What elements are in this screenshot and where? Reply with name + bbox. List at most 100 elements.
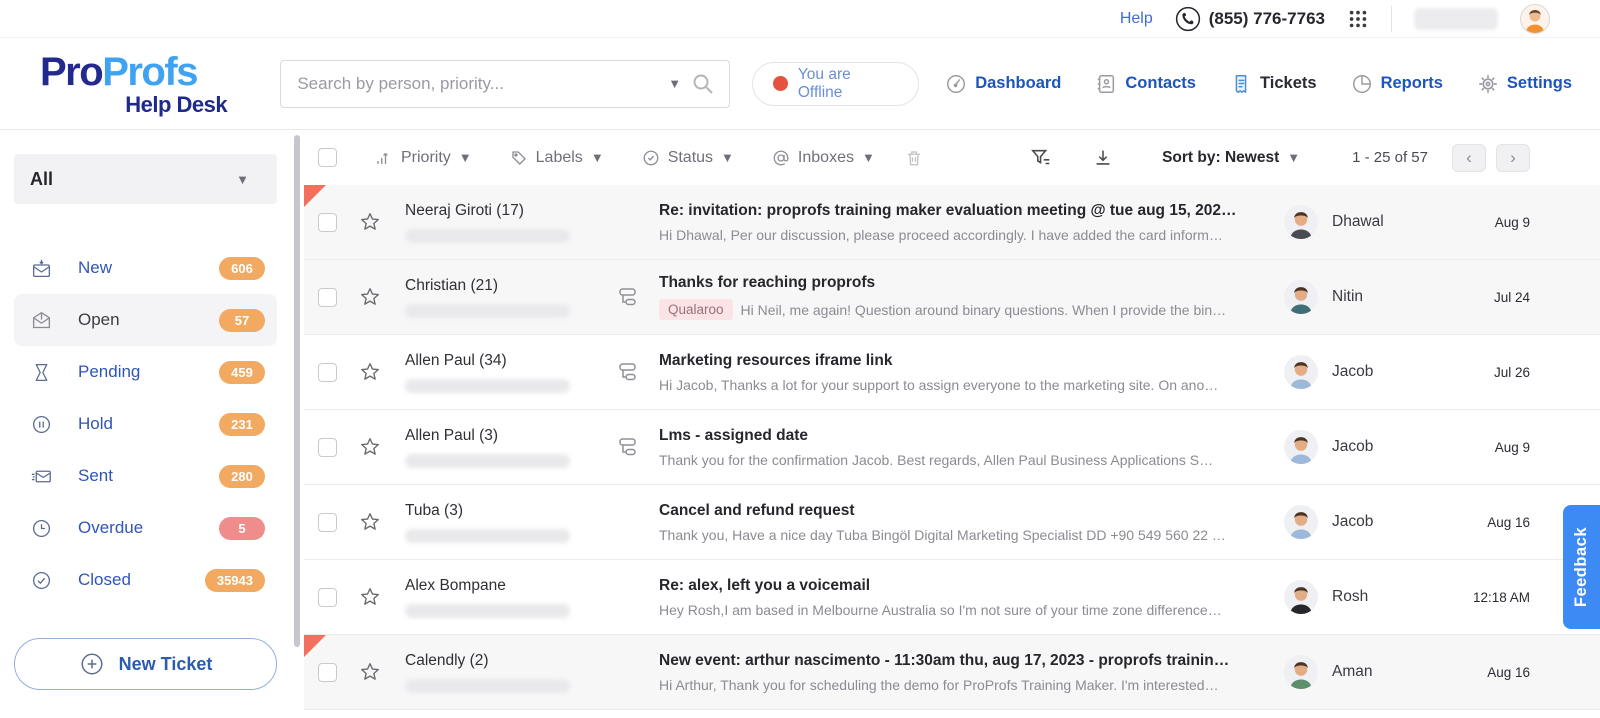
delete-icon[interactable] xyxy=(905,148,923,168)
star-icon[interactable] xyxy=(359,436,381,458)
ticket-subject: Re: invitation: proprofs training maker … xyxy=(659,202,1266,220)
pagination-range: 1 - 25 of 57 xyxy=(1352,149,1428,166)
ticket-list-panel: Priority ▼ Labels ▼ Status ▼ xyxy=(304,130,1600,718)
assignee-avatar xyxy=(1284,655,1318,689)
inbox-filter-select[interactable]: All ▼ xyxy=(14,154,277,204)
search-input[interactable] xyxy=(297,74,658,94)
ticket-row[interactable]: Calendly (2) New event: arthur nasciment… xyxy=(304,635,1600,710)
priority-icon xyxy=(375,149,393,167)
open-envelope-icon xyxy=(30,310,52,331)
select-all-checkbox[interactable] xyxy=(318,148,337,167)
ticket-preview: Thank you for the confirmation Jacob. Be… xyxy=(659,452,1266,468)
star-icon[interactable] xyxy=(359,211,381,233)
star-icon[interactable] xyxy=(359,286,381,308)
ticket-row[interactable]: Allen Paul (34) Marketing resources ifra… xyxy=(304,335,1600,410)
utility-bar: Help (855) 776-7763 xyxy=(0,0,1600,38)
download-icon[interactable] xyxy=(1092,147,1114,169)
ticket-preview: Hi Neil, me again! Question around binar… xyxy=(741,302,1266,318)
sidebar-item-hold[interactable]: Hold 231 xyxy=(14,398,277,450)
dashboard-icon xyxy=(945,73,967,95)
sender-email-redacted xyxy=(405,379,570,393)
reports-icon xyxy=(1351,73,1373,95)
chevron-down-icon: ▼ xyxy=(236,172,249,187)
sidebar-item-new[interactable]: New 606 xyxy=(14,242,277,294)
sidebar-item-sent[interactable]: Sent 280 xyxy=(14,450,277,502)
sender-block: Alex Bompane xyxy=(405,577,617,618)
chevron-down-icon: ▼ xyxy=(721,150,734,165)
ticket-rows: Neeraj Giroti (17) Re: invitation: propr… xyxy=(304,185,1600,718)
count-badge: 57 xyxy=(219,309,265,332)
row-checkbox[interactable] xyxy=(318,438,337,457)
scrollbar-thumb[interactable] xyxy=(294,135,300,647)
ticket-row[interactable]: Neeraj Giroti (17) Re: invitation: propr… xyxy=(304,185,1600,260)
nav-reports[interactable]: Reports xyxy=(1351,73,1443,95)
preview-line: Hey Rosh,I am based in Melbourne Austral… xyxy=(659,602,1266,618)
pager: ‹ › xyxy=(1452,144,1530,172)
star-icon[interactable] xyxy=(359,661,381,683)
sidebar-item-open[interactable]: Open 57 xyxy=(14,294,277,346)
new-ticket-button[interactable]: New Ticket xyxy=(14,638,277,690)
inboxes-filter[interactable]: Inboxes ▼ xyxy=(772,149,875,167)
label-badge: Qualaroo xyxy=(659,299,733,320)
nav-dashboard[interactable]: Dashboard xyxy=(945,73,1061,95)
sidebar-item-closed[interactable]: Closed 35943 xyxy=(14,554,277,606)
next-page-button[interactable]: › xyxy=(1496,144,1530,172)
chevron-down-icon: ▼ xyxy=(1287,150,1300,165)
row-checkbox[interactable] xyxy=(318,213,337,232)
row-checkbox[interactable] xyxy=(318,588,337,607)
ticket-row[interactable]: Allen Paul (3) Lms - assigned date Thank… xyxy=(304,410,1600,485)
ticket-date: Jul 24 xyxy=(1450,290,1530,305)
user-avatar[interactable] xyxy=(1520,4,1550,34)
primary-nav: Dashboard Contacts Tickets Reports Setti… xyxy=(945,73,1572,95)
nav-settings[interactable]: Settings xyxy=(1477,73,1572,95)
search-category-caret[interactable]: ▼ xyxy=(668,76,681,91)
ticket-row[interactable]: Alex Bompane Re: alex, left you a voicem… xyxy=(304,560,1600,635)
help-link[interactable]: Help xyxy=(1120,10,1153,28)
ticket-row[interactable]: Christian (21) Thanks for reaching propr… xyxy=(304,260,1600,335)
assignee-avatar xyxy=(1284,280,1318,314)
star-icon[interactable] xyxy=(359,586,381,608)
row-checkbox[interactable] xyxy=(318,513,337,532)
nav-contacts[interactable]: Contacts xyxy=(1095,73,1196,95)
search-icon[interactable] xyxy=(691,72,715,96)
sender-email-redacted xyxy=(405,604,570,618)
subject-block: Marketing resources iframe link Hi Jacob… xyxy=(659,352,1284,393)
preview-line: Qualaroo Hi Neil, me again! Question aro… xyxy=(659,299,1266,320)
preview-line: Thank you, Have a nice day Tuba Bingöl D… xyxy=(659,527,1266,543)
plus-circle-icon xyxy=(79,651,105,677)
ticket-row[interactable]: Tuba (3) Cancel and refund request Thank… xyxy=(304,485,1600,560)
star-icon[interactable] xyxy=(359,511,381,533)
assignee-avatar xyxy=(1284,355,1318,389)
ticket-subject: Re: alex, left you a voicemail xyxy=(659,577,1266,595)
count-badge: 606 xyxy=(219,257,265,280)
apps-grid-icon[interactable] xyxy=(1347,8,1369,30)
note-thread-icon xyxy=(617,435,641,459)
sender-email-redacted xyxy=(405,304,570,318)
ticket-subject: Cancel and refund request xyxy=(659,502,1266,520)
filter-funnel-icon[interactable] xyxy=(1030,147,1052,169)
sender-block: Calendly (2) xyxy=(405,652,617,693)
thread-slot xyxy=(617,435,659,459)
star-icon[interactable] xyxy=(359,361,381,383)
labels-filter[interactable]: Labels ▼ xyxy=(510,149,604,167)
status-check-icon xyxy=(642,149,660,167)
preview-line: Hi Dhawal, Per our discussion, please pr… xyxy=(659,227,1266,243)
sidebar-item-pending[interactable]: Pending 459 xyxy=(14,346,277,398)
row-checkbox[interactable] xyxy=(318,363,337,382)
assignee-name: Jacob xyxy=(1332,513,1450,531)
sort-dropdown[interactable]: Sort by: Newest▼ xyxy=(1162,149,1310,167)
offline-status-pill[interactable]: You are Offline xyxy=(752,62,919,106)
priority-filter[interactable]: Priority ▼ xyxy=(375,149,472,167)
sidebar-item-overdue[interactable]: Overdue 5 xyxy=(14,502,277,554)
status-filter[interactable]: Status ▼ xyxy=(642,149,734,167)
feedback-tab[interactable]: Feedback xyxy=(1563,505,1600,629)
ticket-subject: New event: arthur nascimento - 11:30am t… xyxy=(659,652,1266,670)
nav-tickets[interactable]: Tickets xyxy=(1230,73,1317,95)
list-scrollbar[interactable] xyxy=(290,130,304,718)
row-checkbox[interactable] xyxy=(318,663,337,682)
preview-line: Hi Arthur, Thank you for scheduling the … xyxy=(659,677,1266,693)
proprofs-logo[interactable]: ProProfs Help Desk xyxy=(40,52,252,116)
prev-page-button[interactable]: ‹ xyxy=(1452,144,1486,172)
row-checkbox[interactable] xyxy=(318,288,337,307)
assignee-name: Jacob xyxy=(1332,363,1450,381)
